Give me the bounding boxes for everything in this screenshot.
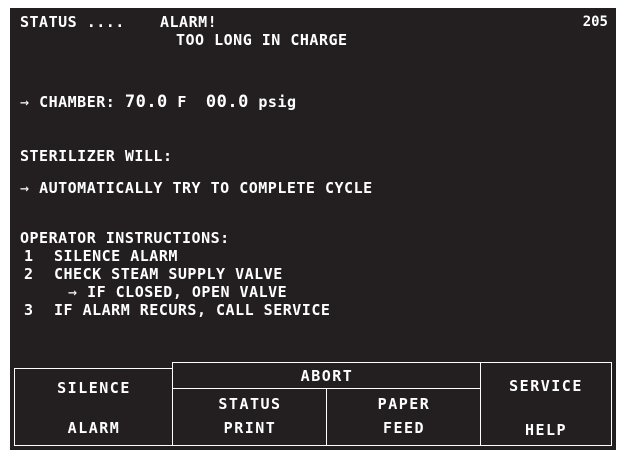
screen-number: 205 — [582, 14, 608, 30]
sterilizer-will-action-text: AUTOMATICALLY TRY TO COMPLETE CYCLE — [39, 179, 373, 197]
chamber-label: CHAMBER: — [39, 93, 116, 111]
sterilizer-will-heading: STERILIZER WILL: — [20, 147, 173, 165]
chamber-temperature: 70.0 — [124, 92, 168, 112]
arrow-right-icon: → — [68, 283, 78, 301]
pressure-unit: psig — [258, 93, 297, 111]
alarm-detail: TOO LONG IN CHARGE — [176, 31, 348, 49]
alarm-title: ALARM! — [160, 13, 218, 31]
silence-alarm-button[interactable]: SILENCE ALARM — [14, 368, 174, 446]
instruction-step-text: SILENCE ALARM — [54, 247, 178, 265]
instruction-substep-text: IF CLOSED, OPEN VALVE — [87, 283, 288, 301]
instruction-step-text: IF ALARM RECURS, CALL SERVICE — [54, 301, 331, 319]
softkey-bar: SILENCE ALARM ABORT STATUS PRINT PAPER F… — [10, 362, 616, 450]
arrow-right-icon: → — [20, 179, 30, 197]
service-help-button[interactable]: SERVICE HELP — [480, 362, 612, 446]
silence-alarm-label-line2: ALARM — [67, 419, 121, 437]
temperature-unit: F — [177, 93, 187, 111]
operator-instructions-heading: OPERATOR INSTRUCTIONS: — [20, 229, 230, 247]
instruction-substep: → IF CLOSED, OPEN VALVE — [68, 284, 287, 301]
instruction-step-number: 3 — [24, 301, 34, 319]
abort-label: ABORT — [300, 367, 354, 385]
chamber-pressure: 00.0 — [205, 92, 249, 112]
instruction-step-number: 1 — [24, 247, 34, 265]
status-print-label-line1: STATUS — [218, 395, 282, 413]
sterilizer-status-screen: STATUS .... ALARM! 205 TOO LONG IN CHARG… — [10, 8, 616, 450]
silence-alarm-label-line1: SILENCE — [57, 379, 131, 397]
chamber-readout: → CHAMBER: 70.0 F 00.0 psig — [20, 94, 297, 111]
status-label: STATUS .... — [20, 13, 125, 31]
sterilizer-will-action: → AUTOMATICALLY TRY TO COMPLETE CYCLE — [20, 180, 373, 197]
service-help-label-line1: SERVICE — [509, 377, 583, 395]
status-print-label-line2: PRINT — [223, 419, 277, 437]
service-help-label-line2: HELP — [524, 421, 568, 439]
instruction-step-number: 2 — [24, 265, 34, 283]
abort-button[interactable]: ABORT — [172, 362, 482, 390]
paper-feed-button[interactable]: PAPER FEED — [326, 388, 482, 446]
instruction-step-text: CHECK STEAM SUPPLY VALVE — [54, 265, 283, 283]
paper-feed-label-line2: FEED — [382, 419, 426, 437]
status-print-button[interactable]: STATUS PRINT — [172, 388, 328, 446]
arrow-right-icon: → — [20, 93, 30, 111]
paper-feed-label-line1: PAPER — [377, 395, 431, 413]
